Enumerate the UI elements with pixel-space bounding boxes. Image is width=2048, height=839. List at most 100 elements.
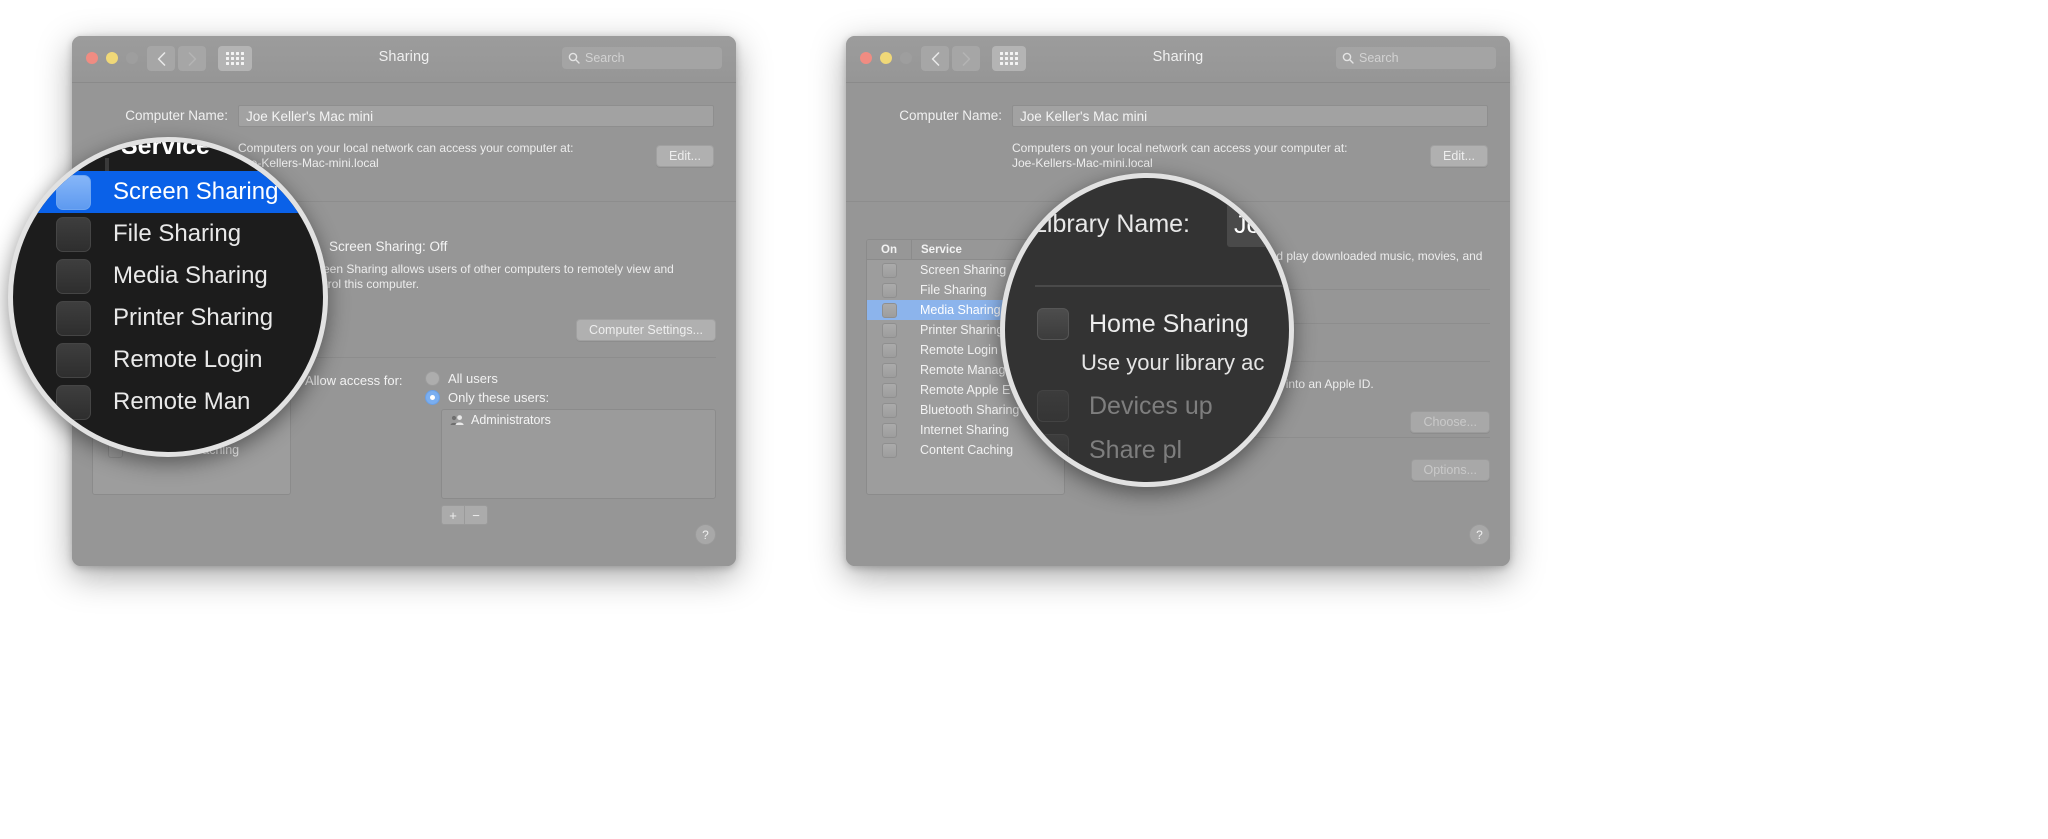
radio-only-these-users[interactable] (425, 390, 440, 405)
service-checkbox[interactable] (881, 342, 897, 358)
magnifier-right-content: Library Name: Jo Home Sharing Use your l… (1005, 178, 1289, 482)
magnified-home-sharing-row[interactable]: Home Sharing (1037, 308, 1249, 340)
service-enable-cell[interactable] (867, 442, 911, 458)
magnified-devices-row[interactable]: Devices up (1037, 390, 1213, 422)
magnified-use-library-text: Use your library ac (1081, 350, 1265, 375)
remove-user-button[interactable]: − (465, 505, 488, 525)
computer-name-label: Computer Name: (125, 108, 228, 123)
host-info-line2: Joe-Kellers-Mac-mini.local (1012, 156, 1153, 170)
service-enable-cell[interactable] (867, 382, 911, 398)
magnified-service-label: Remote Login (113, 346, 263, 373)
search-box[interactable] (1336, 47, 1496, 69)
magnified-service-row[interactable]: Screen Sharing (13, 171, 323, 213)
service-checkbox[interactable] (881, 402, 897, 418)
magnifier-left-content: Service Screen Sharing File Sharing Media … (13, 142, 323, 452)
magnified-service-checkbox[interactable] (56, 300, 91, 336)
computer-name-row: Computer Name: (846, 105, 1510, 127)
user-name: Administrators (471, 413, 551, 427)
share-checkbox[interactable] (1037, 434, 1069, 466)
magnified-library-name-value[interactable]: Jo (1227, 203, 1289, 247)
service-checkbox[interactable] (881, 382, 897, 398)
magnified-service-label: Screen Sharing (113, 178, 279, 205)
screenshot-stage: Sharing Computer Name: Computers on your… (0, 0, 2048, 839)
screen-sharing-status-row: Screen Sharing: Off (305, 239, 716, 254)
column-on: On (881, 243, 897, 256)
magnified-library-name-label: Library Name: (1033, 210, 1190, 238)
host-info: Computers on your local network can acce… (1012, 141, 1390, 171)
service-checkbox[interactable] (881, 262, 897, 278)
magnified-service-checkbox[interactable] (56, 258, 91, 294)
magnified-share-row[interactable]: Share pl (1037, 434, 1182, 466)
add-user-button[interactable]: + (441, 505, 465, 525)
service-checkbox[interactable] (881, 302, 897, 318)
detail-pane-left: Screen Sharing: Off Screen Sharing allow… (292, 239, 716, 525)
service-enable-cell[interactable] (867, 322, 911, 338)
screen-sharing-description: Screen Sharing allows users of other com… (305, 262, 674, 291)
devices-checkbox[interactable] (1037, 390, 1069, 422)
option-only-these-users-label: Only these users: (448, 390, 550, 405)
service-enable-cell[interactable] (867, 262, 911, 278)
magnified-service-checkbox[interactable] (56, 342, 91, 378)
search-box[interactable] (562, 47, 722, 69)
access-block: Allow access for: All users Only these u… (305, 371, 716, 525)
help-button[interactable]: ? (695, 524, 716, 545)
service-checkbox[interactable] (881, 322, 897, 338)
computer-settings-button[interactable]: Computer Settings... (576, 319, 716, 341)
magnified-service-row[interactable]: Remote Man (13, 381, 323, 423)
magnified-divider (1035, 285, 1289, 287)
option-all-users-label: All users (448, 371, 498, 386)
list-item[interactable]: Administrators (442, 410, 715, 430)
service-checkbox[interactable] (881, 362, 897, 378)
access-options: All users Only these users: (425, 371, 716, 405)
add-remove-users: + − (441, 505, 716, 525)
service-checkbox[interactable] (881, 422, 897, 438)
service-enable-cell[interactable] (867, 342, 911, 358)
search-icon (568, 52, 580, 64)
service-enable-cell[interactable] (867, 402, 911, 418)
magnified-service-checkbox[interactable] (56, 174, 91, 210)
magnified-service-row[interactable]: File Sharing (13, 213, 323, 255)
search-input[interactable] (1359, 51, 1490, 65)
help-button[interactable]: ? (1469, 524, 1490, 545)
computer-name-input[interactable] (1012, 105, 1488, 127)
computer-name-input[interactable] (238, 105, 714, 127)
edit-button[interactable]: Edit... (1430, 145, 1488, 167)
computer-name-label: Computer Name: (899, 108, 1002, 123)
service-enable-cell[interactable] (867, 302, 911, 318)
edit-button[interactable]: Edit... (656, 145, 714, 167)
service-checkbox[interactable] (881, 282, 897, 298)
devices-label: Devices up (1089, 391, 1213, 420)
magnifier-lens-left: Service Screen Sharing File Sharing Media … (8, 137, 328, 457)
magnified-service-row[interactable]: Media Sharing (13, 255, 323, 297)
magnified-service-checkbox[interactable] (56, 216, 91, 252)
computer-name-row: Computer Name: (72, 105, 736, 127)
magnified-service-label: Remote Man (113, 388, 251, 415)
choose-button[interactable]: Choose... (1410, 411, 1490, 433)
users-list[interactable]: Administrators (441, 409, 716, 499)
magnified-service-label: File Sharing (113, 220, 242, 247)
search-input[interactable] (585, 51, 716, 65)
titlebar-left: Sharing (72, 36, 736, 83)
titlebar-right: Sharing (846, 36, 1510, 83)
magnified-service-label: Media Sharing (113, 262, 268, 289)
magnified-column-service: Service (121, 137, 210, 160)
service-enable-cell[interactable] (867, 282, 911, 298)
magnified-service-label: Printer Sharing (113, 304, 274, 331)
magnifier-lens-right: Library Name: Jo Home Sharing Use your l… (1000, 173, 1294, 487)
magnified-service-row[interactable]: Remote Login (13, 339, 323, 381)
service-checkbox[interactable] (881, 442, 897, 458)
home-sharing-checkbox[interactable] (1037, 308, 1069, 340)
options-button[interactable]: Options... (1410, 459, 1490, 481)
option-only-these-users[interactable]: Only these users: (425, 390, 716, 405)
radio-all-users[interactable] (425, 371, 440, 386)
service-enable-cell[interactable] (867, 422, 911, 438)
magnified-service-checkbox[interactable] (56, 384, 91, 420)
search-icon (1342, 52, 1354, 64)
service-enable-cell[interactable] (867, 362, 911, 378)
divider-mid-left (292, 357, 716, 358)
screen-sharing-status: Screen Sharing: Off (329, 239, 448, 254)
option-all-users[interactable]: All users (425, 371, 716, 386)
users-group-icon (450, 414, 464, 425)
magnified-service-row[interactable]: Printer Sharing (13, 297, 323, 339)
share-label: Share pl (1089, 435, 1183, 464)
